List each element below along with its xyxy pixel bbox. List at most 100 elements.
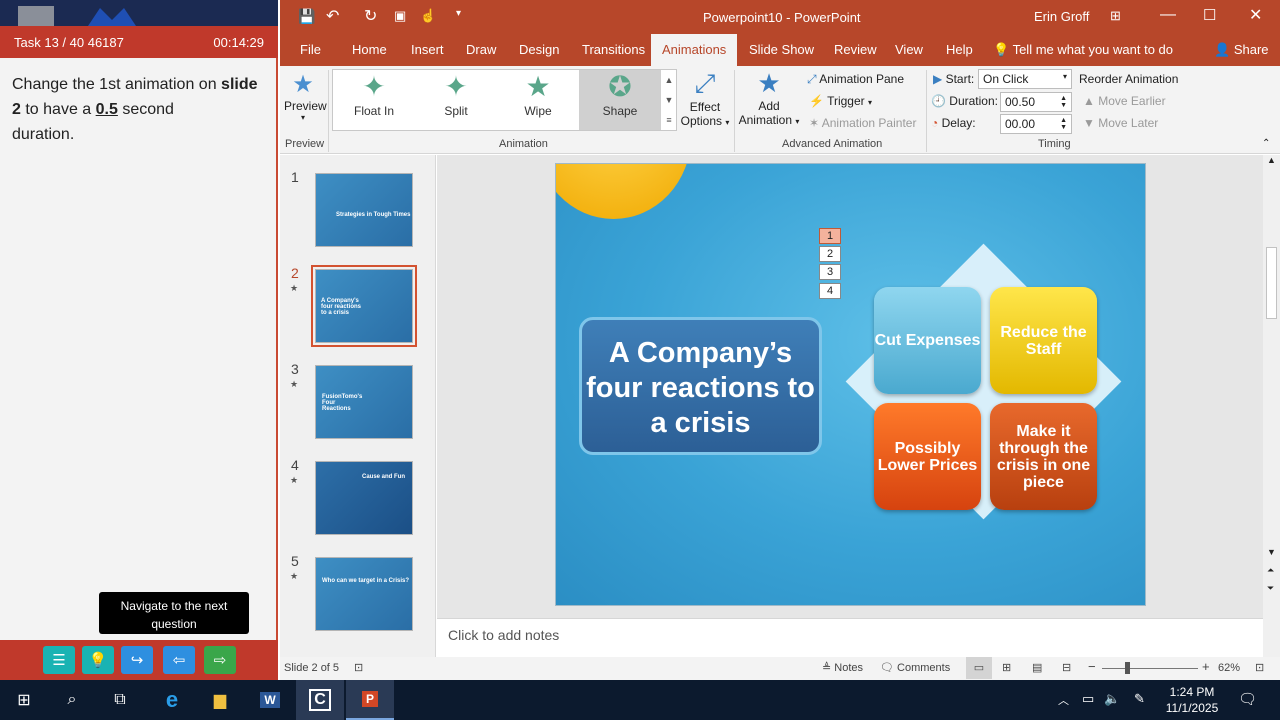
preview-button[interactable]: ★ Preview ▾: [284, 70, 327, 134]
zoom-slider-thumb[interactable]: [1125, 662, 1130, 674]
tell-me-box[interactable]: 💡 Tell me what you want to do: [991, 34, 1175, 66]
animation-marker-3[interactable]: 3: [819, 264, 841, 280]
clock[interactable]: 1:24 PM 11/1/2025: [1158, 684, 1226, 716]
tab-slide-show[interactable]: Slide Show: [747, 34, 816, 66]
slide-title-box[interactable]: A Company’s four reactions to a crisis: [579, 317, 822, 455]
thumb-title: FusionTomo's Four Reactions: [322, 394, 363, 412]
animation-marker-4[interactable]: 4: [819, 283, 841, 299]
start-select[interactable]: On Click ▾: [978, 69, 1072, 89]
search-button[interactable]: ⌕: [48, 680, 96, 720]
animation-wipe[interactable]: ★ Wipe: [497, 70, 579, 130]
slide-thumb-1[interactable]: Strategies in Tough Times: [315, 173, 413, 247]
spinner-icon[interactable]: ▲ ▼: [1060, 117, 1067, 131]
add-animation-button[interactable]: ★ Add Animation ▾: [737, 68, 801, 136]
zoom-out-icon[interactable]: −: [1088, 659, 1096, 674]
gallery-scroll[interactable]: ▲ ▼ ≡: [663, 70, 675, 130]
slide-thumb-2[interactable]: A Company's four reactions to a crisis: [311, 265, 417, 347]
tab-transitions[interactable]: Transitions: [580, 34, 647, 66]
notes-area[interactable]: Click to add notes: [437, 618, 1263, 657]
spinner-icon[interactable]: ▲ ▼: [1060, 95, 1067, 109]
quad-lower-prices[interactable]: Possibly Lower Prices: [874, 403, 981, 510]
close-icon[interactable]: ✕: [1249, 5, 1262, 25]
normal-view-icon[interactable]: ▭: [966, 657, 992, 679]
accessibility-icon[interactable]: ⊡: [354, 661, 363, 674]
animation-painter-button[interactable]: ✶ Animation Painter: [809, 116, 916, 130]
vertical-scrollbar[interactable]: ▲ ▼ ⏶ ⏷: [1263, 155, 1280, 657]
zoom-in-icon[interactable]: +: [1202, 659, 1210, 674]
skip-button[interactable]: ↪: [121, 646, 153, 674]
reading-view-icon[interactable]: ▤: [1032, 661, 1042, 674]
next-slide-icon[interactable]: ⏷: [1267, 583, 1274, 594]
tab-insert[interactable]: Insert: [409, 34, 446, 66]
tab-review[interactable]: Review: [832, 34, 879, 66]
volume-icon[interactable]: 🔈: [1104, 691, 1120, 707]
slide-canvas[interactable]: A Company’s four reactions to a crisis 1…: [555, 163, 1146, 606]
preview-label: Preview: [284, 99, 327, 113]
animation-float-in[interactable]: ✦ Float In: [333, 70, 415, 130]
hint-button[interactable]: 💡: [82, 646, 114, 674]
delay-label: ◔ Delay:: [931, 116, 976, 130]
comments-toggle[interactable]: 🗨 Comments: [880, 661, 950, 674]
notifications-icon[interactable]: 🗨: [1238, 690, 1257, 708]
scroll-down-icon[interactable]: ▼: [1267, 547, 1276, 557]
network-icon[interactable]: ▭: [1082, 691, 1094, 707]
slideshow-start-icon[interactable]: ▣: [394, 8, 406, 24]
touch-mode-icon[interactable]: ☝: [420, 8, 436, 24]
user-name[interactable]: Erin Groff: [1034, 9, 1089, 24]
file-explorer-button[interactable]: ▆: [196, 680, 244, 720]
redo-icon[interactable]: ↻: [364, 6, 377, 26]
edge-button[interactable]: e: [148, 680, 196, 720]
start-button[interactable]: ⊞: [0, 680, 48, 720]
move-later-button[interactable]: ▼ Move Later: [1083, 116, 1158, 130]
animation-marker-2[interactable]: 2: [819, 246, 841, 262]
maximize-icon[interactable]: ☐: [1203, 6, 1216, 24]
menu-button[interactable]: ☰: [43, 646, 75, 674]
word-button[interactable]: W: [246, 680, 294, 720]
minimize-icon[interactable]: —: [1160, 6, 1176, 24]
effect-options-button[interactable]: ⤢ Effect Options ▾: [680, 68, 730, 136]
save-icon[interactable]: 💾: [298, 8, 315, 25]
fit-slide-icon[interactable]: ⊡: [1255, 661, 1264, 674]
tray-chevron-icon[interactable]: ︿: [1058, 692, 1069, 708]
next-button[interactable]: ⇨: [204, 646, 236, 674]
powerpoint-button[interactable]: P: [346, 680, 394, 720]
slide-thumb-3[interactable]: FusionTomo's Four Reactions: [315, 365, 413, 439]
gmetrix-button[interactable]: C: [296, 680, 344, 720]
scroll-up-icon[interactable]: ▲: [1267, 155, 1276, 165]
tab-draw[interactable]: Draw: [464, 34, 498, 66]
trigger-button[interactable]: ⚡ Trigger ▾: [809, 94, 872, 108]
animation-split[interactable]: ✦ Split: [415, 70, 497, 130]
task-view-button[interactable]: ⧉: [96, 680, 144, 720]
notes-toggle[interactable]: ≜ Notes: [822, 661, 863, 674]
scroll-thumb[interactable]: [1266, 247, 1277, 319]
share-button[interactable]: 👤 Share: [1212, 34, 1271, 66]
delay-input[interactable]: 00.00 ▲ ▼: [1000, 114, 1072, 134]
zoom-slider[interactable]: [1102, 668, 1198, 669]
undo-icon[interactable]: ↶: [326, 6, 339, 26]
slide-thumb-5[interactable]: Who can we target in a Crisis?: [315, 557, 413, 631]
duration-input[interactable]: 00.50 ▲ ▼: [1000, 92, 1072, 112]
animation-marker-1[interactable]: 1: [819, 228, 841, 244]
slide-thumb-4[interactable]: Cause and Fun: [315, 461, 413, 535]
tab-design[interactable]: Design: [517, 34, 561, 66]
move-earlier-button[interactable]: ▲ Move Earlier: [1083, 94, 1166, 108]
pen-icon[interactable]: ✎: [1134, 691, 1145, 707]
quad-cut-expenses[interactable]: Cut Expenses: [874, 287, 981, 394]
back-button[interactable]: ⇦: [163, 646, 195, 674]
customize-qat-icon[interactable]: ▾: [456, 8, 461, 19]
zoom-level[interactable]: 62%: [1218, 662, 1240, 674]
tab-animations[interactable]: Animations: [651, 34, 738, 66]
slideshow-view-icon[interactable]: ⊟: [1062, 661, 1071, 674]
animation-shape[interactable]: ✪ Shape: [579, 70, 661, 130]
collapse-ribbon-icon[interactable]: ⌃: [1262, 138, 1270, 149]
tab-file[interactable]: File: [298, 34, 323, 66]
ribbon-display-icon[interactable]: ⊞: [1110, 8, 1121, 24]
quad-reduce-staff[interactable]: Reduce the Staff: [990, 287, 1097, 394]
tab-view[interactable]: View: [893, 34, 925, 66]
previous-slide-icon[interactable]: ⏶: [1267, 565, 1274, 576]
tab-help[interactable]: Help: [944, 34, 975, 66]
quad-through-crisis[interactable]: Make it through the crisis in one piece: [990, 403, 1097, 510]
animation-pane-button[interactable]: ⤢ Animation Pane: [807, 72, 904, 87]
tab-home[interactable]: Home: [350, 34, 389, 66]
slide-sorter-icon[interactable]: ⊞: [1002, 661, 1011, 674]
